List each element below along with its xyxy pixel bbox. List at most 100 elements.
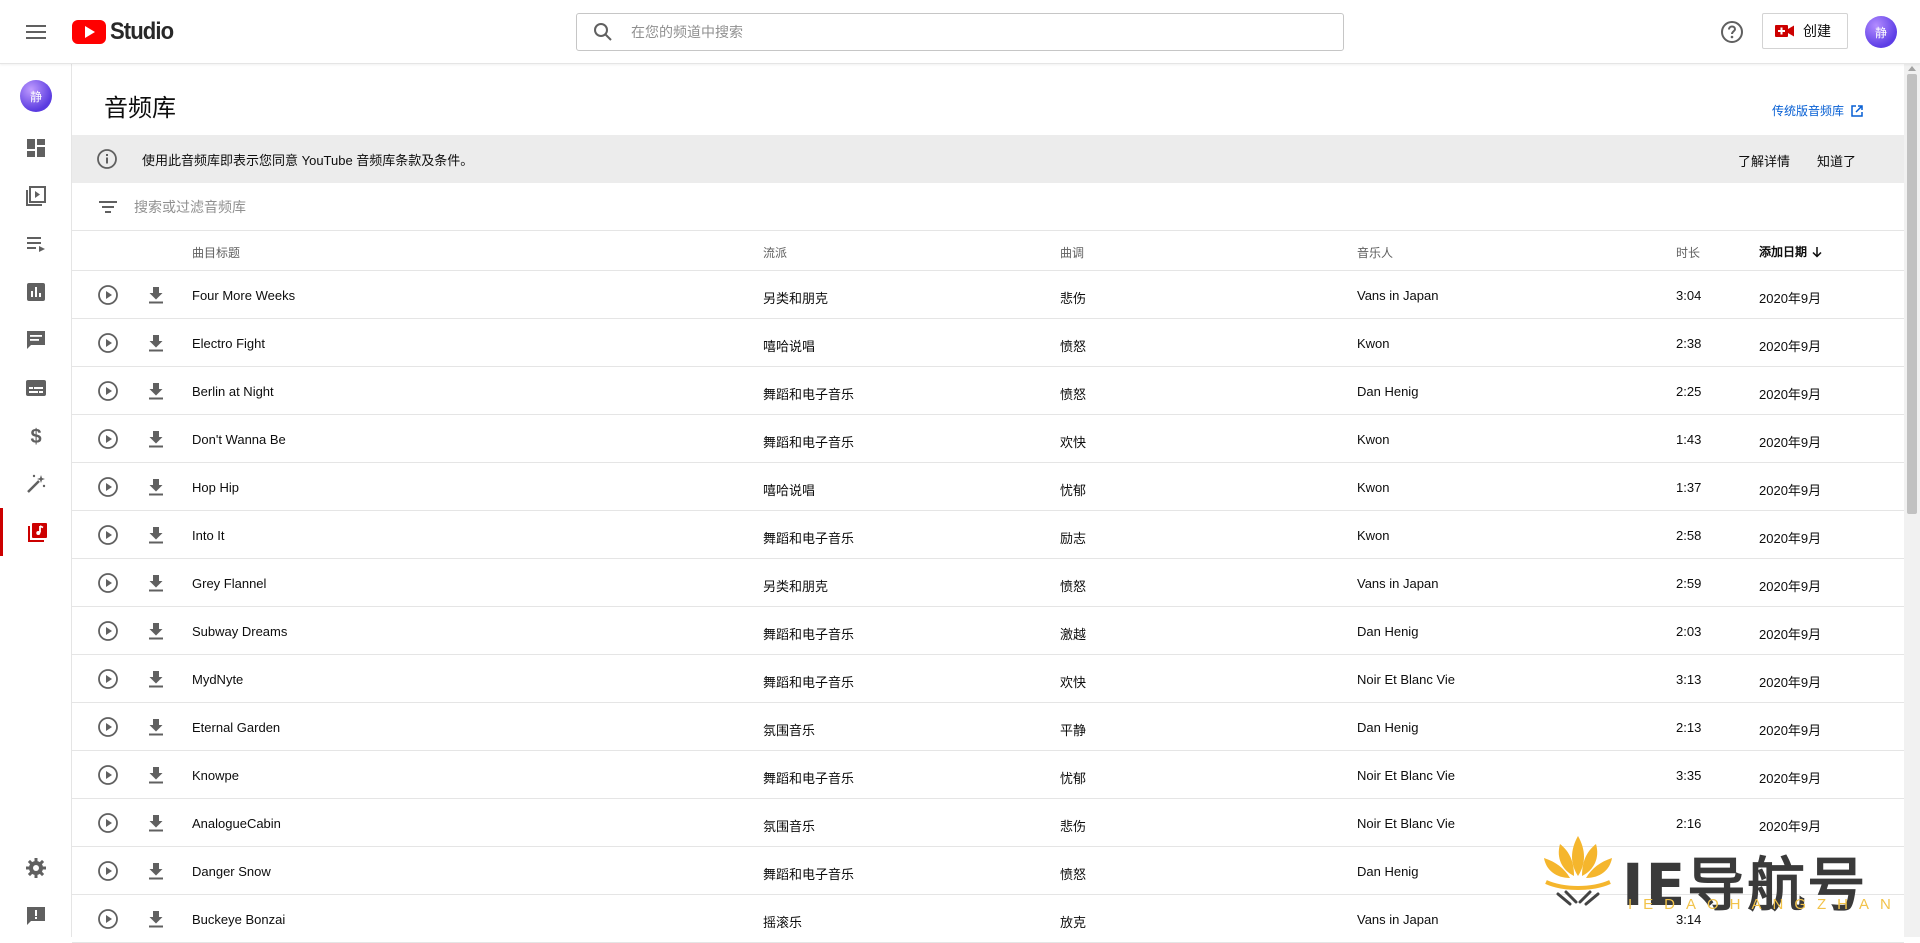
sidebar-item-audio-library[interactable] (0, 508, 72, 556)
sidebar-item-dashboard[interactable] (0, 124, 72, 172)
track-title: AnalogueCabin (192, 816, 281, 831)
table-row[interactable]: Danger Snow 舞蹈和电子音乐 愤怒 Dan Henig (72, 847, 1904, 895)
download-icon[interactable] (144, 859, 168, 883)
play-icon[interactable] (96, 475, 120, 499)
header-duration[interactable]: 时长 (1676, 244, 1700, 261)
play-icon[interactable] (96, 427, 120, 451)
download-icon[interactable] (144, 571, 168, 595)
create-button[interactable]: 创建 (1762, 13, 1848, 49)
download-icon[interactable] (144, 379, 168, 403)
scroll-up-arrow[interactable] (1908, 66, 1916, 71)
header-date-sorted[interactable]: 添加日期 (1759, 243, 1823, 260)
table-row[interactable]: Electro Fight 嘻哈说唱 愤怒 Kwon 2:38 2020年9月 (72, 319, 1904, 367)
legacy-audio-library-link[interactable]: 传统版音频库 (1772, 102, 1864, 119)
play-icon[interactable] (96, 523, 120, 547)
play-icon[interactable] (96, 859, 120, 883)
studio-logo[interactable]: Studio (72, 18, 179, 46)
download-icon[interactable] (144, 619, 168, 643)
track-title: Berlin at Night (192, 384, 274, 399)
play-icon[interactable] (96, 619, 120, 643)
track-genre: 舞蹈和电子音乐 (763, 771, 855, 786)
learn-more-button[interactable]: 了解详情 (1738, 151, 1790, 170)
playlist-icon (27, 237, 45, 252)
play-icon[interactable] (96, 907, 120, 931)
track-mood: 忧郁 (1060, 483, 1087, 498)
comments-icon (27, 331, 45, 349)
header-genre[interactable]: 流派 (763, 244, 787, 261)
sidebar-item-settings[interactable] (0, 844, 72, 892)
table-row[interactable]: AnalogueCabin 氛围音乐 悲伤 Noir Et Blanc Vie … (72, 799, 1904, 847)
download-icon[interactable] (144, 907, 168, 931)
table-row[interactable]: Don't Wanna Be 舞蹈和电子音乐 欢快 Kwon 1:43 2020… (72, 415, 1904, 463)
table-row[interactable]: Hop Hip 嘻哈说唱 忧郁 Kwon 1:37 2020年9月 (72, 463, 1904, 511)
create-label: 创建 (1803, 23, 1831, 39)
youtube-logo-icon (72, 20, 106, 44)
play-icon[interactable] (96, 283, 120, 307)
sidebar-item-feedback[interactable] (0, 892, 72, 940)
download-icon[interactable] (144, 715, 168, 739)
play-icon[interactable] (96, 715, 120, 739)
download-icon[interactable] (144, 811, 168, 835)
track-date-added: 2020年9月 (1759, 435, 1822, 450)
subtitles-icon (26, 380, 46, 396)
notice-text: 使用此音频库即表示您同意 YouTube 音频库条款及条件。 (142, 152, 474, 168)
table-row[interactable]: Into It 舞蹈和电子音乐 励志 Kwon 2:58 2020年9月 (72, 511, 1904, 559)
download-icon[interactable] (144, 475, 168, 499)
table-row[interactable]: Berlin at Night 舞蹈和电子音乐 愤怒 Dan Henig 2:2… (72, 367, 1904, 415)
play-icon[interactable] (96, 571, 120, 595)
scroll-thumb[interactable] (1907, 74, 1917, 514)
sidebar-item-subtitles[interactable] (0, 364, 72, 412)
table-row[interactable]: Grey Flannel 另类和朋克 愤怒 Vans in Japan 2:59… (72, 559, 1904, 607)
play-icon[interactable] (96, 811, 120, 835)
track-mood: 欢快 (1060, 435, 1087, 450)
download-icon[interactable] (144, 427, 168, 451)
track-date-added: 2020年9月 (1759, 387, 1822, 402)
sidebar-item-customization[interactable] (0, 460, 72, 508)
track-genre: 氛围音乐 (763, 819, 816, 834)
download-icon[interactable] (144, 523, 168, 547)
download-icon[interactable] (144, 763, 168, 787)
account-avatar[interactable]: 静 (1865, 16, 1897, 48)
table-row[interactable]: Subway Dreams 舞蹈和电子音乐 激越 Dan Henig 2:03 … (72, 607, 1904, 655)
play-icon[interactable] (96, 763, 120, 787)
play-icon[interactable] (96, 331, 120, 355)
header-title[interactable]: 曲目标题 (192, 244, 240, 261)
filter-icon[interactable] (96, 195, 120, 219)
table-header: 曲目标题 流派 曲调 音乐人 时长 添加日期 (72, 231, 1904, 271)
download-icon[interactable] (144, 283, 168, 307)
download-icon[interactable] (144, 667, 168, 691)
download-icon[interactable] (144, 331, 168, 355)
page-scrollbar[interactable] (1904, 64, 1920, 937)
table-row[interactable]: MydNyte 舞蹈和电子音乐 欢快 Noir Et Blanc Vie 3:1… (72, 655, 1904, 703)
track-mood: 欢快 (1060, 675, 1087, 690)
track-artist: Dan Henig (1357, 384, 1419, 399)
filter-input[interactable] (134, 198, 734, 215)
channel-search[interactable] (576, 13, 1344, 51)
track-artist: Kwon (1357, 528, 1390, 543)
search-input[interactable] (631, 24, 1311, 40)
sidebar-item-comments[interactable] (0, 316, 72, 364)
sidebar-item-content[interactable] (0, 172, 72, 220)
logo-text: Studio (110, 18, 174, 45)
track-duration: 2:25 (1676, 384, 1702, 399)
gear-icon (26, 858, 46, 878)
track-date-added: 2020年9月 (1759, 531, 1822, 546)
table-row[interactable]: Eternal Garden 氛围音乐 平静 Dan Henig 2:13 20… (72, 703, 1904, 751)
menu-icon[interactable] (20, 16, 52, 48)
play-icon[interactable] (96, 379, 120, 403)
help-icon[interactable] (1719, 19, 1745, 45)
sidebar-item-playlists[interactable] (0, 220, 72, 268)
track-title: Danger Snow (192, 864, 271, 879)
table-row[interactable]: Four More Weeks 另类和朋克 悲伤 Vans in Japan 3… (72, 271, 1904, 319)
track-genre: 氛围音乐 (763, 723, 816, 738)
channel-avatar[interactable]: 静 (20, 80, 52, 112)
header-mood[interactable]: 曲调 (1060, 244, 1084, 261)
header-artist[interactable]: 音乐人 (1357, 244, 1393, 261)
table-row[interactable]: Knowpe 舞蹈和电子音乐 忧郁 Noir Et Blanc Vie 3:35… (72, 751, 1904, 799)
got-it-button[interactable]: 知道了 (1817, 151, 1856, 170)
play-icon[interactable] (96, 667, 120, 691)
create-video-icon (1775, 25, 1794, 37)
sidebar-item-monetization[interactable]: $ (0, 412, 72, 460)
table-row[interactable]: Buckeye Bonzai 摇滚乐 放克 Vans in Japan 3:14 (72, 895, 1904, 943)
sidebar-item-analytics[interactable] (0, 268, 72, 316)
